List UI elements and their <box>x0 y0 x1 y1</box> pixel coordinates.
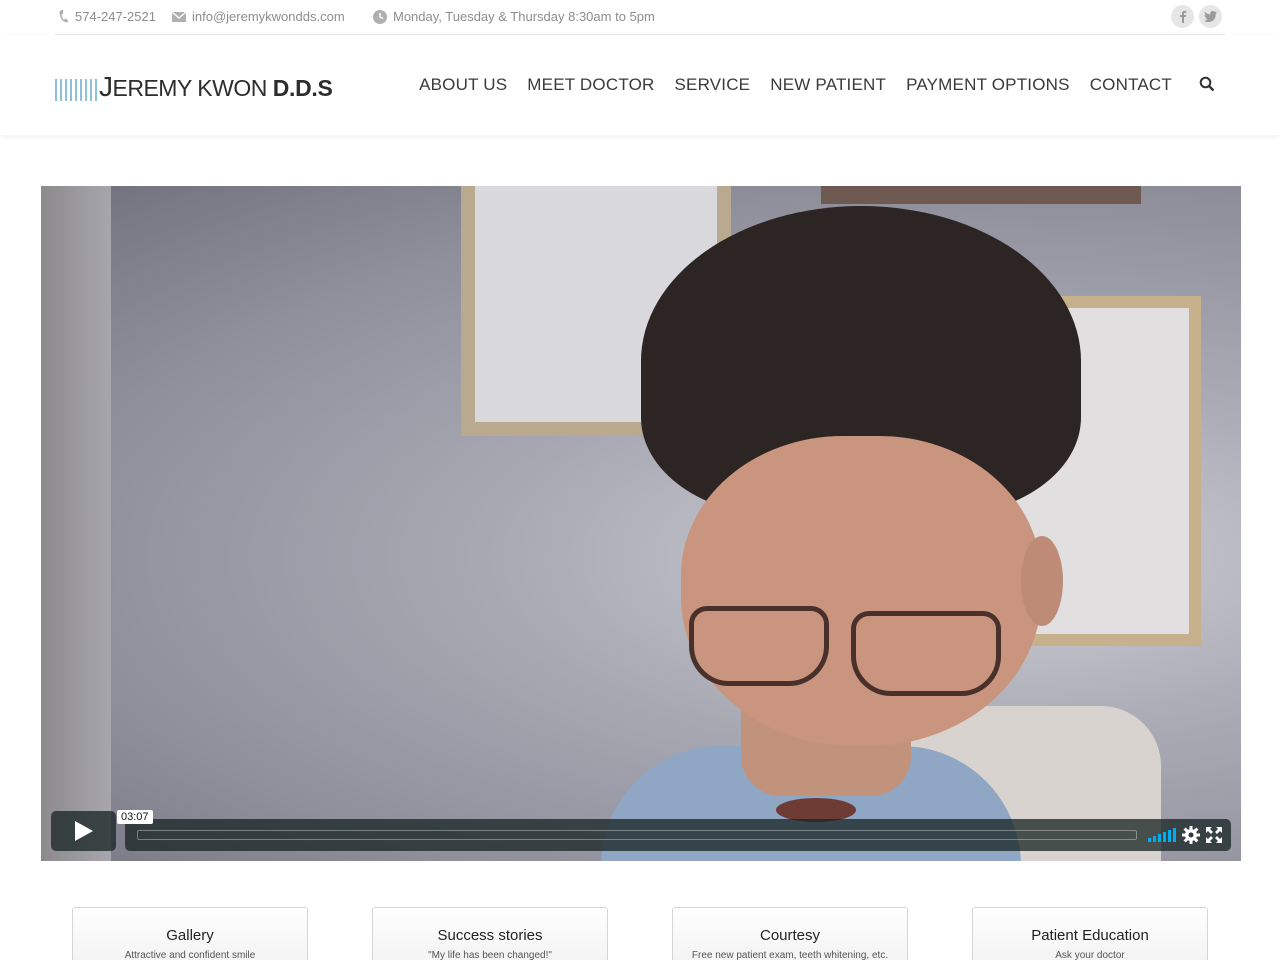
phone-info[interactable]: 574-247-2521 <box>59 9 156 24</box>
feature-subtitle: Attractive and confident smile <box>124 950 256 960</box>
logo-initial: J <box>99 71 113 102</box>
video-controls <box>125 819 1231 851</box>
clock-icon <box>373 9 387 24</box>
nav-payment-options[interactable]: PAYMENT OPTIONS <box>906 75 1070 95</box>
video-player[interactable]: 03:07 <box>41 186 1241 861</box>
nav-about-us[interactable]: ABOUT US <box>419 75 507 95</box>
nav-meet-doctor[interactable]: MEET DOCTOR <box>527 75 654 95</box>
search-icon[interactable] <box>1199 76 1215 92</box>
email-info[interactable]: info@jeremykwondds.com <box>172 9 345 24</box>
site-header: JEREMY KWON D.D.S ABOUT US MEET DOCTOR S… <box>0 35 1280 135</box>
twitter-icon[interactable] <box>1199 5 1222 28</box>
top-info-bar: 574-247-2521 info@jeremykwondds.com Mond… <box>55 0 1225 35</box>
facebook-icon[interactable] <box>1171 5 1194 28</box>
envelope-icon <box>172 11 186 22</box>
nav-contact[interactable]: CONTACT <box>1090 75 1172 95</box>
nav-service[interactable]: SERVICE <box>675 75 751 95</box>
nav-new-patient[interactable]: NEW PATIENT <box>770 75 886 95</box>
video-progress-bar[interactable] <box>137 830 1137 840</box>
email-address: info@jeremykwondds.com <box>192 9 345 24</box>
feature-title: Success stories <box>437 927 543 944</box>
phone-icon <box>59 10 68 23</box>
feature-courtesy[interactable]: Courtesy Free new patient exam, teeth wh… <box>672 907 908 960</box>
video-timestamp: 03:07 <box>117 810 153 824</box>
logo-suffix: D.D.S <box>272 75 333 101</box>
hours-info: Monday, Tuesday & Thursday 8:30am to 5pm <box>373 9 655 24</box>
logo-name: EREMY KWON <box>112 75 268 101</box>
play-button[interactable] <box>51 811 116 851</box>
feature-subtitle: "My life has been changed!" <box>428 950 552 960</box>
feature-subtitle: Free new patient exam, teeth whitening, … <box>691 950 889 960</box>
feature-gallery[interactable]: Gallery Attractive and confident smile <box>72 907 308 960</box>
office-hours: Monday, Tuesday & Thursday 8:30am to 5pm <box>393 9 655 24</box>
volume-icon[interactable] <box>1148 828 1176 842</box>
feature-title: Patient Education <box>1031 927 1149 944</box>
play-icon <box>74 821 93 841</box>
main-nav: ABOUT US MEET DOCTOR SERVICE NEW PATIENT… <box>419 75 1172 95</box>
logo-text: JEREMY KWON D.D.S <box>99 71 333 102</box>
phone-number: 574-247-2521 <box>75 9 156 24</box>
feature-subtitle: Ask your doctor <box>1055 950 1125 960</box>
fullscreen-icon[interactable] <box>1206 827 1222 843</box>
feature-title: Gallery <box>166 927 214 944</box>
logo-bars <box>55 79 97 101</box>
video-frame-background <box>41 186 111 861</box>
settings-gear-icon[interactable] <box>1182 826 1200 844</box>
feature-success-stories[interactable]: Success stories "My life has been change… <box>372 907 608 960</box>
feature-patient-education[interactable]: Patient Education Ask your doctor <box>972 907 1208 960</box>
feature-title: Courtesy <box>759 927 821 944</box>
site-logo[interactable]: JEREMY KWON D.D.S <box>55 71 333 101</box>
